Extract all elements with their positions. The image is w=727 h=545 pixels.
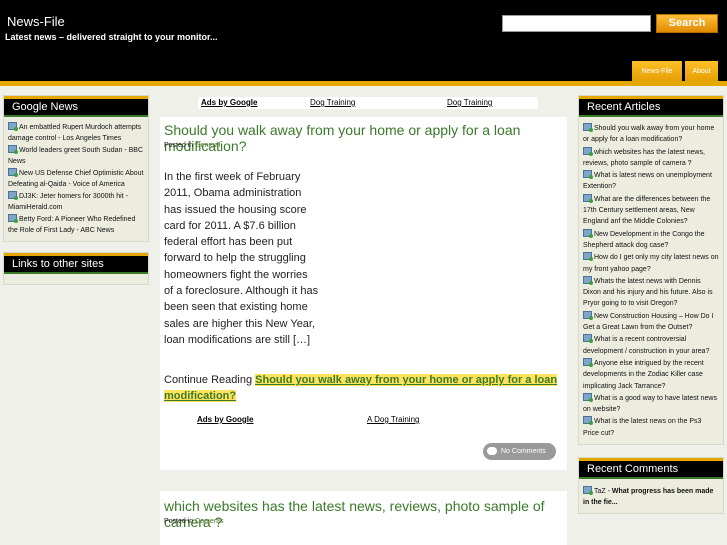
ads-by-google-label[interactable]: Ads by Google [201,97,257,109]
site-header: News-File Latest news – delivered straig… [0,0,727,84]
article-item[interactable]: What is latest news on unemployment Exte… [583,170,719,193]
rss-icon [583,486,593,496]
post-card: which websites has the latest news, revi… [160,491,567,545]
rss-icon [583,334,593,344]
article-item[interactable]: New Construction Housing – How Do I Get … [583,310,719,334]
article-item[interactable]: What is the latest news on the Ps3 Price… [583,416,719,439]
rss-icon [8,122,18,131]
rss-icon [8,214,18,223]
site-tagline: Latest news – delivered straight to your… [5,32,218,42]
rss-icon [8,168,18,177]
search-button[interactable]: Search [656,14,718,33]
google-news-box: Google News An embattled Rupert Murdoch … [3,95,149,242]
category-link[interactable]: General [195,142,220,149]
news-item[interactable]: DJ3K: Jeter homers for 3000th hit - Miam… [8,191,144,213]
category-link[interactable]: Cameras [195,518,223,525]
rss-icon [583,275,593,285]
right-sidebar: Recent Articles Should you walk away fro… [578,95,724,522]
news-item[interactable]: New US Defense Chief Optimistic About De… [8,168,144,190]
header-accent-bar [0,81,727,86]
news-item[interactable]: Betty Ford: A Pioneer Who Redefined the … [8,214,144,236]
post-excerpt: In the first week of February 2011, Obam… [164,171,319,346]
ad-link[interactable]: Dog Training [310,97,355,109]
post-meta: Posted in General [164,142,221,149]
article-item[interactable]: which websites has the latest news, revi… [583,146,719,170]
recent-comments-box: Recent Comments TaZ - What progress has … [578,457,724,515]
comment-item[interactable]: TaZ - What progress has been made in the… [583,486,719,508]
rss-icon [583,123,593,132]
rss-icon [583,416,593,426]
comments-button[interactable]: No Comments [483,443,556,460]
ads-top-bar: Ads by Google Dog Training Dog Training [198,97,538,109]
rss-icon [8,145,18,154]
google-news-heading: Google News [4,96,148,117]
rss-icon [583,392,593,402]
links-heading: Links to other sites [4,253,148,274]
rss-icon [583,146,593,156]
post-title[interactable]: which websites has the latest news, revi… [164,498,567,530]
article-item[interactable]: What is a good way to have latest news o… [583,392,719,416]
news-item[interactable]: An embattled Rupert Murdoch attempts dam… [8,122,144,144]
ad-link[interactable]: Dog Training [447,97,492,109]
article-item[interactable]: What is a recent controversial developme… [583,334,719,357]
article-item[interactable]: Anyone else intrigued by the recent deve… [583,357,719,392]
rss-icon [583,170,593,180]
links-box: Links to other sites [3,252,149,285]
article-item[interactable]: New Development in the Congo the Shepher… [583,228,719,252]
rss-icon [583,228,593,238]
continue-reading: Continue Reading Should you walk away fr… [164,374,558,402]
recent-articles-box: Recent Articles Should you walk away fro… [578,95,724,446]
post-meta: Posted in Cameras [164,518,224,525]
rss-icon [8,191,18,200]
article-item[interactable]: Whats the latest news with Dennis Dixon … [583,275,719,310]
article-item[interactable]: Should you walk away from your home or a… [583,123,719,146]
rss-icon [583,252,593,262]
left-sidebar: Google News An embattled Rupert Murdoch … [3,95,149,293]
site-title[interactable]: News-File [7,14,65,29]
ads-by-google-label[interactable]: Ads by Google [197,415,253,424]
search-input[interactable] [502,15,651,32]
rss-icon [583,193,593,203]
post-card: Should you walk away from your home or a… [160,117,567,470]
recent-articles-heading: Recent Articles [579,96,723,117]
post-title[interactable]: Should you walk away from your home or a… [164,122,567,154]
ad-link[interactable]: A Dog Training [367,415,419,424]
rss-icon [583,310,593,320]
news-item[interactable]: World leaders greet South Sudan - BBC Ne… [8,145,144,167]
article-item[interactable]: How do I get only my city latest news on… [583,252,719,275]
nav-tab-about[interactable]: About [685,61,718,83]
recent-comments-heading: Recent Comments [579,458,723,480]
rss-icon [583,357,593,367]
article-item[interactable]: What are the differences between the 17t… [583,193,719,228]
nav-tab-news-file[interactable]: News-File [632,61,682,83]
